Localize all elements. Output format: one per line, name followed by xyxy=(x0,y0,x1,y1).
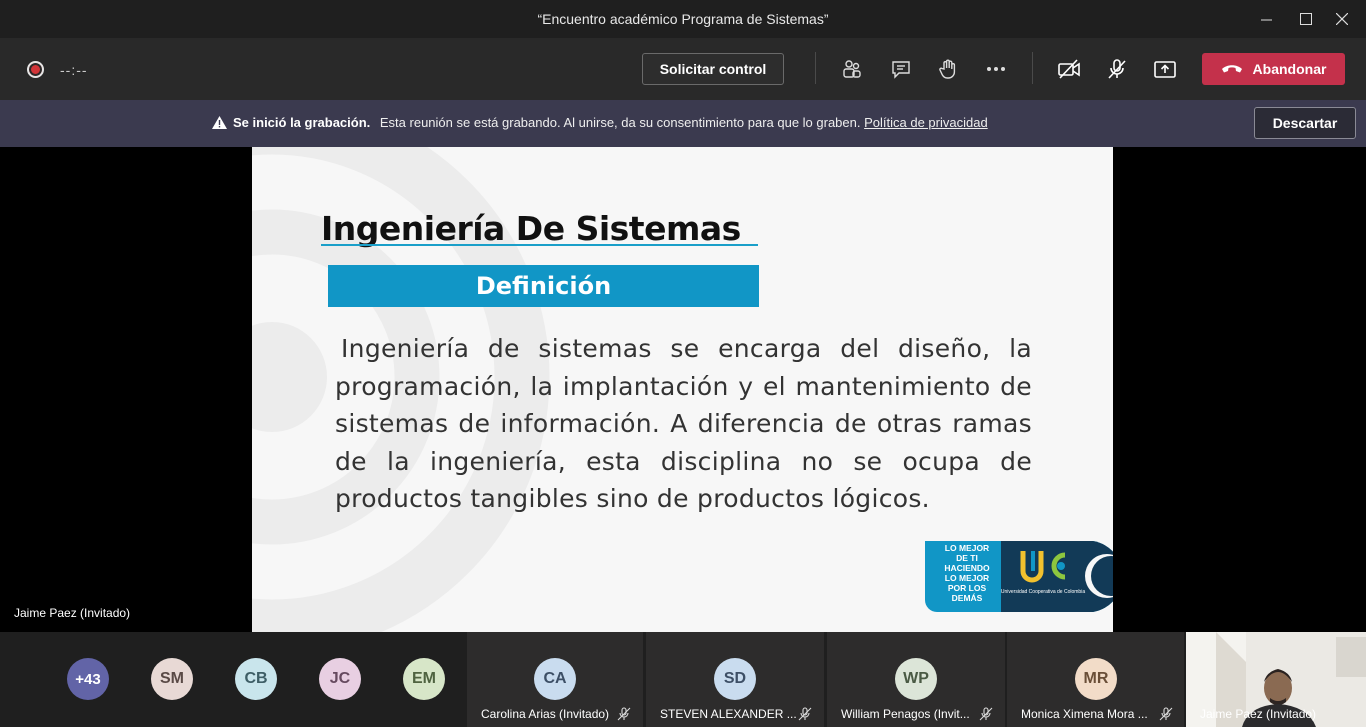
mic-off-icon xyxy=(798,707,812,721)
close-icon[interactable] xyxy=(1319,0,1365,38)
participant-video-tile[interactable]: Jaime Paez (Invitado) xyxy=(1186,632,1366,727)
mic-off-icon[interactable] xyxy=(1102,55,1132,83)
toolbar-divider xyxy=(815,52,816,84)
title-underline xyxy=(321,244,758,246)
logo-slogan-2: DE TI xyxy=(956,553,978,563)
raise-hand-icon[interactable] xyxy=(933,55,963,83)
participant-name: Jaime Paez (Invitado) xyxy=(1200,707,1317,721)
participant-tile[interactable]: SD STEVEN ALEXANDER ... xyxy=(646,632,824,727)
banner-message: Esta reunión se está grabando. Al unirse… xyxy=(379,115,861,130)
participant-name: Carolina Arias (Invitado) xyxy=(481,707,610,721)
leave-label: Abandonar xyxy=(1252,61,1327,77)
participant-avatar: MR xyxy=(1075,658,1117,700)
discard-button[interactable]: Descartar xyxy=(1254,107,1356,139)
logo-slogan-6: DEMÁS xyxy=(952,593,983,603)
camera-off-icon[interactable] xyxy=(1054,55,1084,83)
privacy-policy-link[interactable]: Política de privacidad xyxy=(864,115,988,130)
participant-name: William Penagos (Invit... xyxy=(841,707,970,721)
recording-indicator-icon xyxy=(27,61,44,78)
slide-title: Ingeniería De Sistemas xyxy=(321,209,741,248)
participant-avatar[interactable]: CB xyxy=(235,658,277,700)
presenter-name: Jaime Paez (Invitado) xyxy=(14,606,131,620)
participant-avatar[interactable]: EM xyxy=(403,658,445,700)
slide-body-text: Ingeniería de sistemas se encarga del di… xyxy=(335,334,1032,513)
logo-slogan-4: LO MEJOR xyxy=(945,573,989,583)
mic-off-icon xyxy=(979,707,993,721)
participant-avatar[interactable]: JC xyxy=(319,658,361,700)
recording-banner: Se inició la grabación. Esta reunión se … xyxy=(0,100,1366,147)
leave-button[interactable]: Abandonar xyxy=(1202,53,1345,85)
participant-tile[interactable]: WP William Penagos (Invit... xyxy=(827,632,1005,727)
section-heading: Definición xyxy=(328,265,759,307)
mic-off-icon xyxy=(1159,707,1173,721)
toolbar-divider xyxy=(1032,52,1033,84)
participant-avatar: CA xyxy=(534,658,576,700)
request-control-button[interactable]: Solicitar control xyxy=(642,53,784,85)
logo-slogan-1: LO MEJOR xyxy=(945,543,989,553)
warning-icon xyxy=(212,116,227,132)
logo-university-name: Universidad Cooperativa de Colombia xyxy=(1001,589,1085,595)
participant-tile[interactable]: MR Monica Ximena Mora ... xyxy=(1007,632,1184,727)
participants-icon[interactable] xyxy=(837,55,867,83)
more-participants-button[interactable]: +43 xyxy=(67,658,109,700)
participant-tile[interactable]: CA Carolina Arias (Invitado) xyxy=(467,632,643,727)
title-bar: “Encuentro académico Programa de Sistema… xyxy=(0,0,1366,38)
shared-slide: Ingeniería De Sistemas Definición Ingeni… xyxy=(252,147,1113,632)
share-tray-icon[interactable] xyxy=(1150,55,1180,83)
logo-slogan-3: HACIENDO xyxy=(944,563,990,573)
participant-name: STEVEN ALEXANDER ... xyxy=(660,707,797,721)
participant-avatar: WP xyxy=(895,658,937,700)
banner-title: Se inició la grabación. xyxy=(233,115,371,130)
participant-name: Monica Ximena Mora ... xyxy=(1021,707,1148,721)
more-options-icon[interactable] xyxy=(981,55,1011,83)
participant-avatar[interactable]: SM xyxy=(151,658,193,700)
participant-avatar: SD xyxy=(714,658,756,700)
university-logo: LO MEJOR DE TI HACIENDO LO MEJOR POR LOS… xyxy=(925,541,1113,612)
window-title: “Encuentro académico Programa de Sistema… xyxy=(537,11,829,27)
chat-icon[interactable] xyxy=(886,55,916,83)
recording-timer: --:-- xyxy=(60,62,88,78)
hang-up-icon xyxy=(1221,65,1242,73)
logo-slogan-5: POR LOS xyxy=(948,583,987,593)
mic-off-icon xyxy=(617,707,631,721)
